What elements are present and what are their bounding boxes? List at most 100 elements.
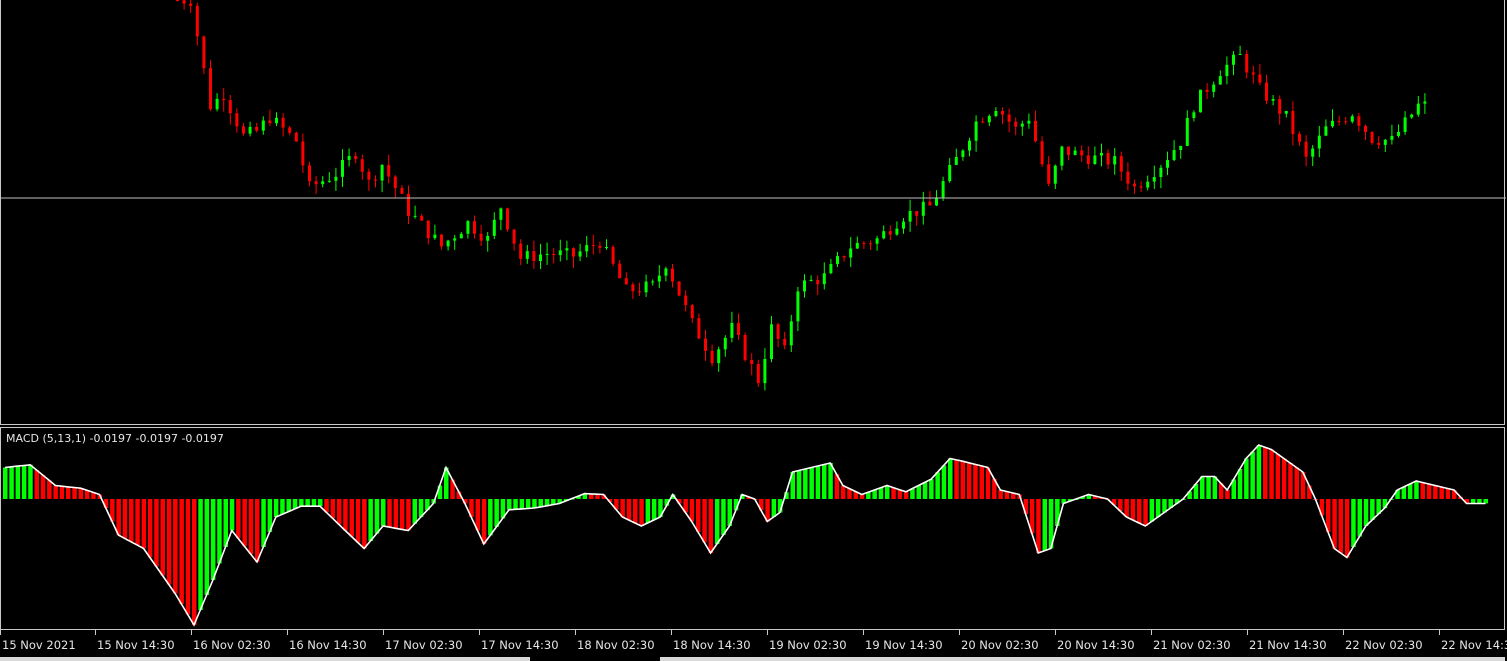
candle-body — [763, 358, 767, 384]
candle-body — [882, 231, 886, 239]
candle-body — [737, 322, 740, 336]
candle-body — [552, 253, 556, 256]
macd-histogram-bar — [1137, 499, 1142, 523]
candle-body — [1119, 156, 1123, 172]
candle-body — [961, 150, 965, 157]
price-chart-pane[interactable] — [0, 0, 1506, 425]
candle-body — [1218, 76, 1222, 85]
macd-histogram-bar — [1143, 499, 1148, 526]
candle-body — [1298, 133, 1301, 142]
candle-body — [1172, 150, 1176, 161]
time-tick-label: 20 Nov 02:30 — [961, 638, 1039, 652]
candle-body — [539, 254, 542, 262]
candle-body — [849, 248, 853, 258]
candle-body — [235, 113, 239, 127]
macd-histogram-bar — [261, 499, 266, 547]
candle-body — [347, 156, 351, 160]
candle-body — [783, 338, 787, 346]
candle-body — [400, 188, 404, 194]
candle-body — [1324, 126, 1328, 136]
candle-body — [1020, 123, 1024, 127]
time-tick-mark — [1343, 630, 1344, 635]
macd-histogram-bar — [412, 499, 417, 524]
candle-body — [360, 159, 364, 172]
candlestick-chart — [1, 0, 1506, 391]
candle-body — [459, 233, 463, 239]
time-tick-mark — [767, 630, 768, 635]
macd-histogram-bar — [406, 499, 411, 531]
candle-body — [1390, 135, 1394, 140]
macd-histogram-bar — [217, 499, 222, 564]
macd-histogram-bar — [362, 499, 367, 549]
candle-body — [380, 165, 384, 181]
time-tick-label: 16 Nov 02:30 — [193, 638, 271, 652]
macd-histogram-bar — [399, 499, 405, 530]
macd-histogram-bar — [255, 499, 260, 562]
chart-tab-right[interactable] — [660, 657, 1505, 661]
macd-histogram-bar — [1370, 499, 1375, 520]
candle-body — [822, 273, 826, 285]
macd-histogram-bar — [822, 464, 827, 499]
macd-histogram-bar — [954, 459, 959, 499]
macd-histogram-bar — [910, 488, 915, 499]
macd-histogram-bar — [803, 469, 808, 499]
macd-histogram-bar — [960, 461, 966, 499]
candle-body — [855, 242, 859, 249]
macd-histogram-bar — [15, 466, 21, 499]
macd-histogram-bar — [198, 499, 203, 610]
macd-histogram-bar — [1155, 499, 1161, 517]
candle-body — [1093, 155, 1097, 164]
candle-body — [255, 126, 259, 131]
candle-body — [657, 275, 661, 282]
macd-histogram-bar — [72, 487, 77, 499]
candle-body — [1245, 53, 1249, 73]
time-tick-label: 21 Nov 14:30 — [1249, 638, 1327, 652]
candle-body — [565, 248, 569, 251]
macd-histogram-bar — [141, 499, 147, 549]
candle-body — [1133, 183, 1136, 187]
candle-body — [486, 235, 490, 241]
macd-histogram-bar — [34, 469, 39, 499]
macd-histogram-bar — [626, 499, 632, 520]
macd-histogram-bar — [248, 499, 254, 555]
macd-histogram-bar — [179, 499, 184, 604]
candle-body — [717, 349, 721, 364]
candle-body — [393, 176, 397, 189]
macd-histogram-bar — [941, 465, 947, 499]
candle-body — [816, 279, 820, 285]
macd-histogram-bar — [538, 499, 543, 507]
macd-histogram-bar — [639, 499, 644, 526]
macd-histogram-bar — [721, 499, 726, 535]
macd-histogram-bar — [532, 499, 537, 508]
time-tick-label: 18 Nov 14:30 — [673, 638, 751, 652]
time-tick-label: 17 Nov 14:30 — [481, 638, 559, 652]
candle-body — [869, 243, 872, 245]
macd-histogram-bar — [343, 499, 348, 531]
candle-body — [1047, 164, 1051, 184]
candle-body — [611, 247, 615, 264]
time-tick-mark — [479, 630, 480, 635]
macd-histogram-bar — [935, 472, 940, 499]
macd-histogram-bar — [154, 499, 159, 567]
candle-body — [631, 284, 635, 292]
macd-histogram-bar — [979, 465, 984, 499]
candle-body — [624, 278, 628, 285]
candle-body — [341, 159, 344, 177]
macd-indicator-pane[interactable]: MACD (5,13,1) -0.0197 -0.0197 -0.0197 — [0, 427, 1505, 630]
candle-body — [1040, 141, 1044, 165]
macd-histogram-bar — [336, 499, 342, 525]
macd-histogram-bar — [714, 499, 720, 544]
chart-tab-left[interactable] — [0, 657, 530, 661]
macd-histogram-bar — [1256, 445, 1262, 499]
macd-histogram-bar — [9, 466, 14, 499]
candle-body — [710, 350, 714, 364]
candle-body — [525, 251, 529, 259]
candle-body — [572, 248, 575, 257]
candle-body — [1179, 145, 1183, 151]
macd-histogram-bar — [166, 499, 172, 585]
macd-histogram-bar — [53, 485, 58, 499]
candle-body — [895, 228, 899, 235]
candle-body — [723, 337, 727, 350]
macd-histogram-bar — [210, 499, 216, 580]
macd-histogram-bar — [1036, 499, 1041, 553]
